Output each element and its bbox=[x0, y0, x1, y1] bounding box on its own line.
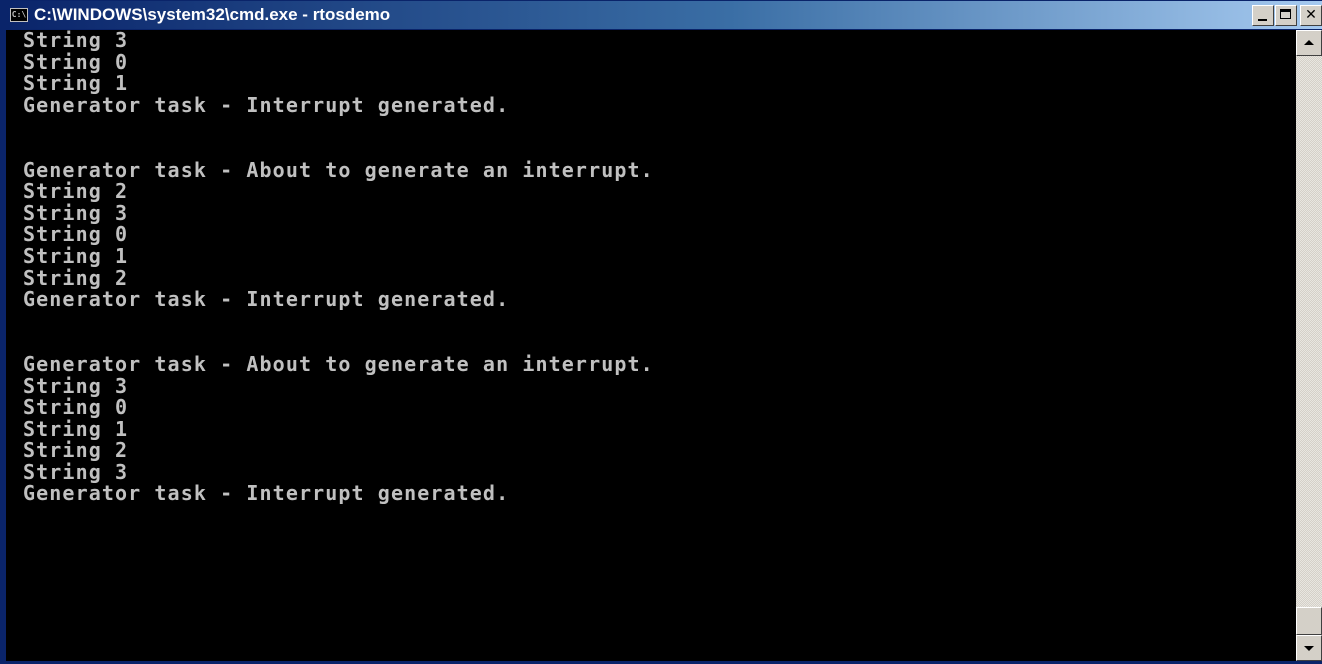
console-line: String 2 bbox=[23, 438, 129, 463]
maximize-button[interactable] bbox=[1275, 5, 1297, 26]
scroll-up-button[interactable] bbox=[1296, 30, 1322, 56]
scroll-thumb[interactable] bbox=[1296, 607, 1322, 635]
console-window: C:\ C:\WINDOWS\system32\cmd.exe - rtosde… bbox=[0, 0, 1322, 664]
console-line: Generator task - Interrupt generated. bbox=[23, 92, 510, 117]
close-button[interactable] bbox=[1300, 5, 1322, 26]
console-output-area[interactable]: String 3 String 0 String 1 Generator task -… bbox=[6, 30, 1296, 661]
console-line: String 3 bbox=[23, 200, 129, 225]
console-line: String 0 bbox=[23, 222, 129, 247]
console-line: Generator task - About to generate an in… bbox=[23, 157, 654, 182]
minimize-button[interactable] bbox=[1252, 5, 1274, 26]
console-line: String 1 bbox=[23, 243, 129, 268]
console-line: Generator task - Interrupt generated. bbox=[23, 481, 510, 506]
console-line: String 3 bbox=[23, 459, 129, 484]
console-line: String 1 bbox=[23, 416, 129, 441]
console-line: String 1 bbox=[23, 71, 129, 96]
scroll-down-button[interactable] bbox=[1296, 635, 1322, 661]
console-line: String 0 bbox=[23, 49, 129, 74]
console-text: String 3 String 0 String 1 Generator task -… bbox=[6, 30, 1296, 548]
title-bar[interactable]: C:\ C:\WINDOWS\system32\cmd.exe - rtosde… bbox=[3, 0, 1322, 30]
cmd-icon[interactable]: C:\ bbox=[10, 8, 28, 22]
caption-buttons bbox=[1251, 5, 1322, 27]
vertical-scrollbar[interactable] bbox=[1296, 30, 1322, 661]
console-line: Generator task - About to generate an in… bbox=[23, 351, 654, 376]
console-line: Generator task - Interrupt generated. bbox=[23, 287, 510, 312]
window-title: C:\WINDOWS\system32\cmd.exe - rtosdemo bbox=[34, 5, 391, 24]
console-line: String 2 bbox=[23, 179, 129, 204]
console-line: String 0 bbox=[23, 395, 129, 420]
console-line: String 2 bbox=[23, 265, 129, 290]
console-line: String 3 bbox=[23, 373, 129, 398]
console-line: String 3 bbox=[23, 30, 129, 52]
